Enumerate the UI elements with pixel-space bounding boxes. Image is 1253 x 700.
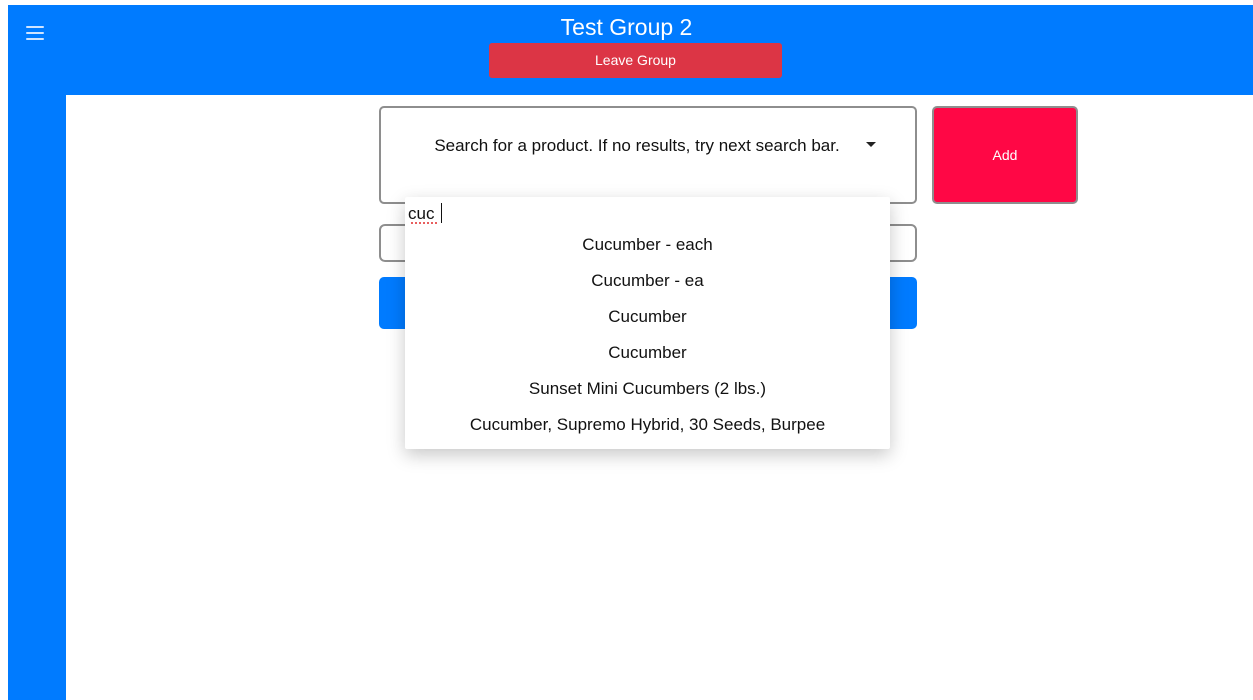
caret-down-icon[interactable]: [866, 142, 876, 147]
search-option[interactable]: Sunset Mini Cucumbers (2 lbs.): [405, 371, 890, 407]
leave-group-button[interactable]: Leave Group: [489, 43, 782, 78]
search-option[interactable]: Cucumber, Supremo Hybrid, 30 Seeds, Burp…: [405, 407, 890, 443]
search-option[interactable]: Cucumber: [405, 299, 890, 335]
spellcheck-underline: [410, 222, 439, 224]
search-option[interactable]: Cucumber - ea: [405, 263, 890, 299]
left-sidebar: [8, 95, 66, 700]
search-results: Cucumber - each Cucumber - ea Cucumber C…: [405, 227, 890, 443]
search-option[interactable]: Cucumber - each: [405, 227, 890, 263]
search-query-input[interactable]: [408, 201, 878, 227]
search-option[interactable]: Cucumber: [405, 335, 890, 371]
group-title: Test Group 2: [560, 14, 693, 40]
search-dropdown: Cucumber - each Cucumber - ea Cucumber C…: [405, 197, 890, 449]
add-button[interactable]: Add: [932, 106, 1078, 204]
text-cursor: [441, 203, 442, 223]
product-search-select[interactable]: Search for a product. If no results, try…: [379, 106, 917, 204]
search-placeholder: Search for a product. If no results, try…: [434, 136, 840, 155]
